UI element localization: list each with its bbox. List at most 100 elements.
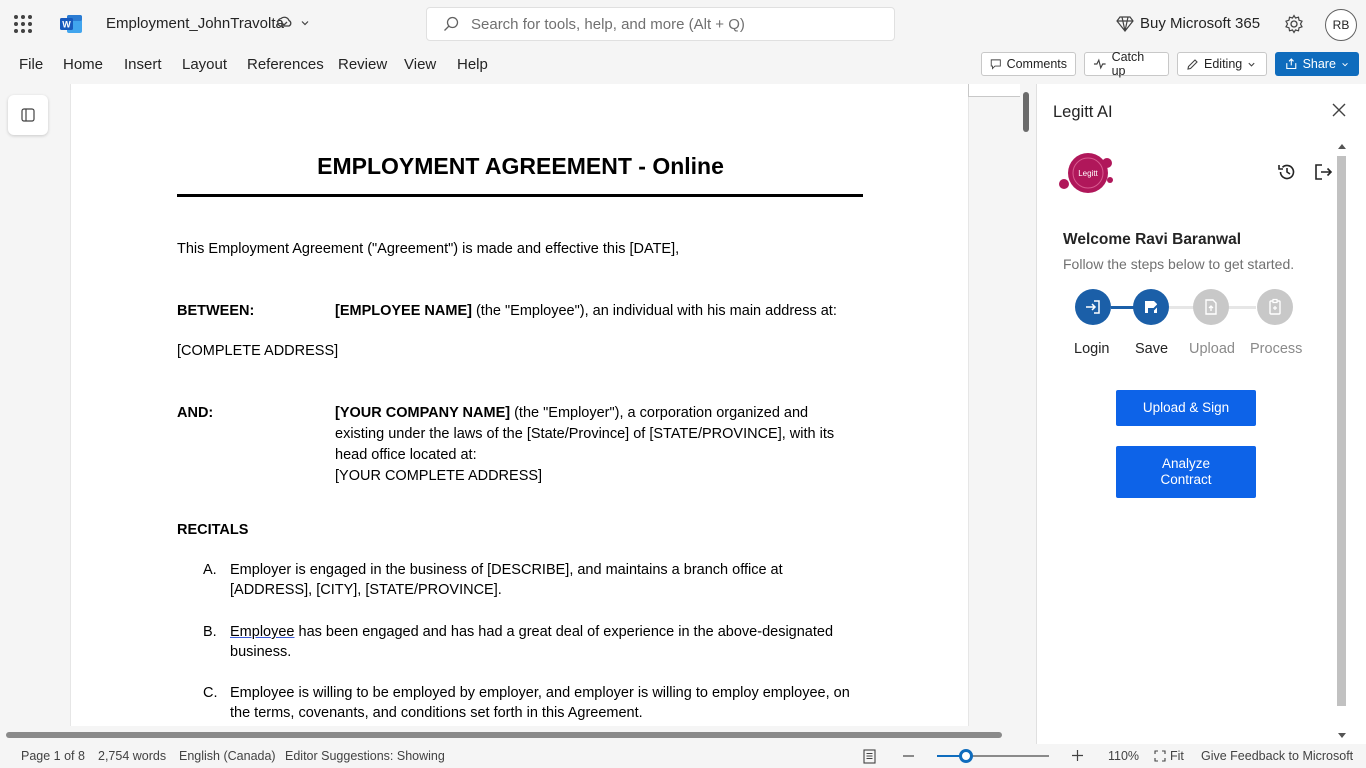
employer-party-line3: head office located at:	[335, 447, 477, 463]
employee-name: [EMPLOYEE NAME]	[335, 303, 472, 319]
fit-icon	[1154, 750, 1166, 762]
diamond-icon	[1116, 15, 1134, 32]
analyze-label-line1: Analyze	[1161, 456, 1211, 471]
legitt-ai-panel: Legitt AI Legitt Welcome Ravi Baranwal F…	[1036, 84, 1366, 744]
autosave-icon[interactable]	[276, 15, 292, 31]
status-bar: Page 1 of 8 2,754 words English (Canada)…	[0, 744, 1366, 768]
analyze-label-line2: Contract	[1160, 472, 1212, 487]
recitals-heading: RECITALS	[177, 522, 249, 538]
and-label: AND:	[177, 405, 214, 421]
language-indicator[interactable]: English (Canada)	[179, 749, 276, 763]
menu-insert[interactable]: Insert	[124, 56, 162, 73]
menu-references[interactable]: References	[247, 56, 324, 73]
logout-icon[interactable]	[1313, 162, 1333, 182]
editor-suggestions[interactable]: Editor Suggestions: Showing	[285, 749, 445, 763]
company-address: [YOUR COMPLETE ADDRESS]	[335, 468, 543, 484]
editing-mode-button[interactable]: Editing	[1177, 52, 1267, 76]
panel-scroll-up-icon[interactable]	[1338, 144, 1346, 149]
menu-help[interactable]: Help	[457, 56, 488, 73]
catch-up-button[interactable]: Catch up	[1084, 50, 1169, 78]
document-heading: EMPLOYMENT AGREEMENT - Online	[317, 153, 724, 179]
chevron-down-icon	[1342, 62, 1348, 66]
recital-c-line1: Employee is willing to be employed by em…	[230, 685, 850, 701]
clipboard-icon	[1269, 298, 1281, 315]
app-launcher-icon[interactable]	[14, 15, 32, 33]
step-save[interactable]	[1133, 289, 1169, 325]
share-button[interactable]: Share	[1275, 52, 1359, 76]
step-save-label: Save	[1135, 341, 1169, 357]
panel-scroll-down-icon[interactable]	[1338, 733, 1346, 738]
document-horizontal-scrollbar[interactable]	[6, 732, 1002, 738]
heading-rule	[177, 194, 863, 197]
avatar[interactable]: RB	[1325, 9, 1357, 41]
step-upload[interactable]	[1193, 289, 1229, 325]
recital-a-line2: [ADDRESS], [CITY], [STATE/PROVINCE].	[230, 582, 502, 598]
analyze-contract-button[interactable]: Analyze Contract	[1116, 446, 1256, 498]
chevron-down-icon	[1248, 62, 1255, 67]
step-process[interactable]	[1257, 289, 1293, 325]
pencil-icon	[1187, 58, 1198, 70]
title-bar: W Employment_JohnTravolta Search for too…	[0, 0, 1366, 48]
recital-b-line1-rest: has been engaged and has had a great dea…	[294, 624, 834, 640]
share-label: Share	[1302, 57, 1336, 71]
document-title[interactable]: Employment_JohnTravolta	[106, 15, 284, 32]
zoom-slider-thumb[interactable]	[959, 749, 973, 763]
search-placeholder: Search for tools, help, and more (Alt + …	[471, 16, 745, 33]
close-icon[interactable]	[1331, 102, 1347, 118]
zoom-out-icon[interactable]	[902, 750, 915, 762]
step-connector	[1169, 306, 1195, 309]
zoom-in-icon[interactable]	[1071, 749, 1084, 762]
employer-party-line1: [YOUR COMPANY NAME] (the "Employer"), a …	[335, 403, 808, 424]
fit-button[interactable]: Fit	[1170, 749, 1184, 763]
recital-letter: C.	[203, 685, 218, 701]
employer-party-line2: existing under the laws of the [State/Pr…	[335, 426, 835, 442]
gear-icon[interactable]	[1284, 14, 1304, 34]
chevron-down-icon[interactable]	[300, 18, 310, 28]
feedback-link[interactable]: Give Feedback to Microsoft	[1201, 749, 1353, 763]
step-process-label: Process	[1250, 341, 1303, 357]
search-box[interactable]: Search for tools, help, and more (Alt + …	[426, 7, 895, 41]
zoom-level[interactable]: 110%	[1108, 749, 1139, 763]
header-tab[interactable]	[968, 84, 1020, 97]
comments-label: Comments	[1006, 57, 1067, 71]
comments-button[interactable]: Comments	[981, 52, 1076, 76]
login-icon	[1086, 300, 1100, 314]
word-logo-icon: W	[60, 15, 82, 33]
menu-file[interactable]: File	[19, 56, 43, 73]
employee-party: [EMPLOYEE NAME] (the "Employee"), an ind…	[335, 301, 837, 322]
buy-label: Buy Microsoft 365	[1140, 15, 1261, 32]
spelling-flagged-word[interactable]: Employee	[230, 624, 294, 640]
document-page[interactable]: EMPLOYMENT AGREEMENT - Online This Emplo…	[70, 84, 969, 726]
menu-home[interactable]: Home	[63, 56, 103, 73]
history-icon[interactable]	[1277, 162, 1297, 182]
panel-content: Legitt Welcome Ravi Baranwal Follow the …	[1045, 139, 1335, 739]
navigation-pane-button[interactable]	[8, 95, 48, 135]
word-count[interactable]: 2,754 words	[98, 749, 166, 763]
upload-sign-label: Upload & Sign	[1142, 400, 1230, 415]
step-upload-label: Upload	[1189, 341, 1235, 357]
recital-b-line2: business.	[230, 644, 292, 660]
employee-address: [COMPLETE ADDRESS]	[177, 343, 339, 359]
logo-text: Legitt	[1078, 169, 1098, 178]
recital-letter: A.	[203, 562, 217, 578]
panel-title: Legitt AI	[1053, 103, 1113, 121]
step-login[interactable]	[1075, 289, 1111, 325]
page-indicator[interactable]: Page 1 of 8	[21, 749, 85, 763]
upload-sign-button[interactable]: Upload & Sign	[1116, 390, 1256, 426]
recital-letter: B.	[203, 624, 217, 640]
reading-view-icon[interactable]	[863, 749, 876, 764]
menu-review[interactable]: Review	[338, 56, 387, 73]
save-icon	[1145, 301, 1159, 313]
menu-layout[interactable]: Layout	[182, 56, 227, 73]
editing-label: Editing	[1204, 57, 1243, 71]
panel-scrollbar[interactable]	[1337, 156, 1346, 706]
pulse-icon	[1093, 58, 1106, 70]
document-vertical-scrollbar[interactable]	[1023, 92, 1029, 132]
menu-view[interactable]: View	[404, 56, 436, 73]
upload-file-icon	[1205, 299, 1217, 315]
svg-text:W: W	[62, 20, 71, 30]
share-icon	[1286, 58, 1297, 70]
buy-microsoft-365-link[interactable]: Buy Microsoft 365	[1116, 15, 1260, 32]
recital-c-line2: the terms, covenants, and conditions set…	[230, 705, 643, 721]
intro-paragraph: This Employment Agreement ("Agreement") …	[177, 241, 680, 257]
